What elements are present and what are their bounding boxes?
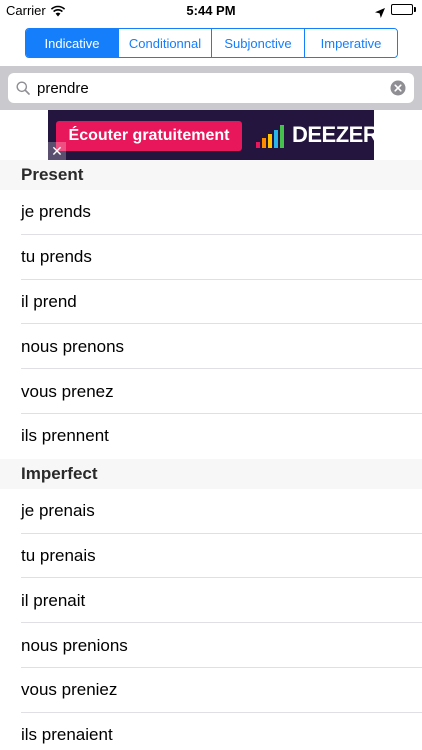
tense-segmented-control: Indicative Conditionnal Subjonctive Imperat…	[25, 28, 398, 58]
status-bar: Carrier 5:44 PM	[0, 0, 422, 22]
conjugation-list: Present je prends tu prends il prend nous pr…	[0, 160, 422, 750]
search-input[interactable]	[37, 74, 390, 102]
ad-close-button[interactable]: ✕	[48, 142, 66, 160]
conjugation-row[interactable]: je prenais	[0, 489, 422, 534]
ad-banner[interactable]: Écouter gratuitement DEEZER ✕	[48, 110, 379, 160]
segment-imperative[interactable]: Imperative	[304, 29, 397, 57]
search-icon	[16, 81, 30, 95]
clock: 5:44 PM	[186, 3, 236, 18]
conjugation-row[interactable]: je prends	[0, 190, 422, 235]
conjugation-row[interactable]: vous prenez	[0, 369, 422, 414]
location-arrow-icon	[375, 5, 385, 18]
ad-logo: DEEZER	[256, 122, 379, 148]
ad-brand: DEEZER	[292, 122, 379, 147]
battery-icon	[391, 4, 416, 15]
conjugation-row[interactable]: tu prends	[0, 235, 422, 280]
segment-indicative[interactable]: Indicative	[26, 29, 118, 57]
conjugation-row[interactable]: il prend	[0, 280, 422, 325]
section-header-present: Present	[0, 160, 422, 190]
conjugation-row[interactable]: vous preniez	[0, 668, 422, 713]
segment-conditionnal[interactable]: Conditionnal	[118, 29, 211, 57]
conjugation-row[interactable]: il prenait	[0, 578, 422, 623]
conjugation-row[interactable]: ils prenaient	[0, 713, 422, 750]
status-indicators	[375, 4, 416, 18]
conjugation-row[interactable]: ils prennent	[0, 414, 422, 459]
clear-icon[interactable]	[390, 80, 406, 96]
search-box[interactable]	[8, 73, 414, 103]
ad-cta[interactable]: Écouter gratuitement	[56, 121, 242, 151]
conjugation-row[interactable]: tu prenais	[0, 534, 422, 579]
segment-subjonctive[interactable]: Subjonctive	[211, 29, 304, 57]
search-bar	[0, 66, 422, 110]
conjugation-row[interactable]: nous prenons	[0, 324, 422, 369]
equalizer-icon	[256, 124, 286, 148]
conjugation-row[interactable]: nous prenions	[0, 623, 422, 668]
section-header-imperfect: Imperfect	[0, 458, 422, 489]
